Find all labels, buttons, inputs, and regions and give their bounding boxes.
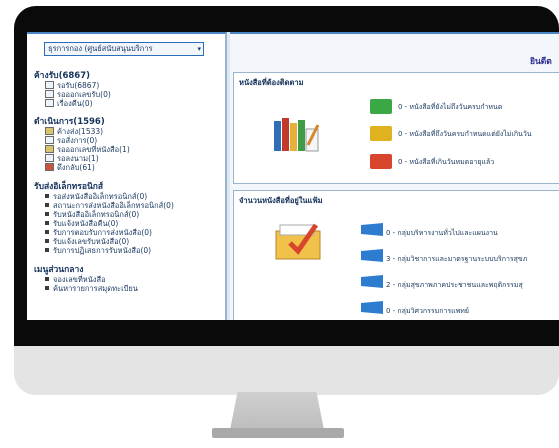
menu-item-to-receive[interactable]: รอรับ(6867)	[45, 81, 99, 90]
folder-row-public-health[interactable]: 2 - กลุ่มสุขภาพภาคประชาชนและพฤติกรรมสุ	[386, 280, 523, 291]
folder-count-title: จำนวนหนังสือที่อยู่ในแฟ้ม	[239, 196, 323, 205]
bullet-icon	[45, 286, 49, 290]
menu-item-e-receive[interactable]: รับหนังสืออิเล็กทรอนิกส์(0)	[45, 210, 139, 219]
section-pending-receive[interactable]: ค้างรับ(6867)	[34, 68, 90, 82]
folder-icon	[361, 249, 383, 262]
document-icon	[45, 136, 54, 144]
department-select-value: ธุรการกอง (ศูนย์สนับสนุนบริการ	[48, 44, 153, 53]
menu-item-reserve-number[interactable]: จองเลขที่หนังสือ	[45, 275, 106, 284]
section-central-menu[interactable]: เมนูส่วนกลาง	[34, 262, 83, 276]
menu-item-e-returned[interactable]: รับแจ้งหนังสือคืน(0)	[45, 219, 118, 228]
document-icon	[45, 99, 54, 107]
menu-item-search-register[interactable]: ค้นหารายการสมุดทะเบียน	[45, 284, 138, 293]
bullet-icon	[45, 212, 49, 216]
menu-item-e-rejected[interactable]: รับการปฏิเสธการรับหนังสือ(0)	[45, 246, 151, 255]
menu-item-e-ack[interactable]: รับการตอบรับการส่งหนังสือ(0)	[45, 228, 152, 237]
menu-item-await-doc-number[interactable]: รอออกเลขที่หนังสือ(1)	[45, 145, 130, 154]
followup-panel: หนังสือที่ต้องติดตาม 0 - หนังสือที่ยังไม…	[233, 72, 559, 184]
welcome-text: ยินดีต	[530, 57, 552, 67]
monitor-stand-base	[212, 428, 344, 438]
monitor-stand	[230, 392, 324, 430]
section-electronic[interactable]: รับส่งอิเล็กทรอนิกส์	[34, 179, 103, 193]
screen: ธุรการกอง (ศูนย์สนับสนุนบริการ ▾ ค้างรับ…	[27, 32, 559, 320]
bullet-icon	[45, 203, 49, 207]
folder-row-general-admin[interactable]: 0 - กลุ่มบริหารงานทั่วไปและแผนงาน	[386, 228, 498, 239]
folder-row-medical-engineering[interactable]: 0 - กลุ่มวิศวกรรมการแพทย์	[386, 306, 469, 317]
folder-row-standards[interactable]: 3 - กลุ่มวิชาการและมาตรฐานระบบบริการสุขภ	[386, 254, 527, 265]
menu-item-pulled-back[interactable]: ดึงกลับ(61)	[45, 163, 95, 172]
document-icon	[45, 81, 54, 89]
menu-item-await-order[interactable]: รอสั่งการ(0)	[45, 136, 97, 145]
followup-row-due[interactable]: 0 - หนังสือที่ถึงวันครบกำหนดแต่ยังไม่เกิ…	[398, 129, 532, 140]
folder-icon	[361, 301, 383, 314]
bullet-icon	[45, 277, 49, 281]
folder-count-panel: จำนวนหนังสือที่อยู่ในแฟ้ม 0 - กลุ่มบริหา…	[233, 190, 559, 320]
followup-row-expired[interactable]: 0 - หนังสือที่เกินวันหมดอายุแล้ว	[398, 157, 494, 168]
book-green-icon	[370, 99, 392, 114]
department-select[interactable]: ธุรการกอง (ศูนย์สนับสนุนบริการ ▾	[44, 42, 204, 56]
bullet-icon	[45, 239, 49, 243]
section-in-progress[interactable]: ดำเนินการ(1596)	[34, 114, 105, 128]
book-red-icon	[370, 154, 392, 169]
left-menu: ธุรการกอง (ศูนย์สนับสนุนบริการ ▾ ค้างรับ…	[27, 32, 227, 320]
menu-item-e-status[interactable]: สถานะการส่งหนังสืออิเล็กทรอนิกส์(0)	[45, 201, 174, 210]
folder-check-icon	[275, 223, 321, 260]
pencil-icon	[45, 127, 54, 135]
pull-back-icon	[45, 163, 54, 171]
bullet-icon	[45, 248, 49, 252]
main-content: ยินดีต หนังสือที่ต้องติดตาม 0 - หนังสือท…	[230, 32, 559, 320]
menu-item-pending-send[interactable]: ค้างส่ง(1533)	[45, 127, 103, 136]
bullet-icon	[45, 221, 49, 225]
bullet-icon	[45, 230, 49, 234]
book-yellow-icon	[370, 126, 392, 141]
document-icon	[45, 90, 54, 98]
bullet-icon	[45, 194, 49, 198]
folder-icon	[361, 223, 383, 236]
chevron-down-icon: ▾	[197, 45, 201, 53]
pencil-icon	[45, 145, 54, 153]
books-icon	[274, 118, 320, 152]
folder-icon	[361, 275, 383, 288]
menu-item-e-number[interactable]: รับแจ้งเลขรับหนังสือ(0)	[45, 237, 129, 246]
menu-item-await-sign[interactable]: รอลงนาม(1)	[45, 154, 99, 163]
followup-title: หนังสือที่ต้องติดตาม	[239, 78, 304, 87]
menu-item-returned[interactable]: เรื่องคืน(0)	[45, 99, 93, 108]
menu-item-await-receive-number[interactable]: รอออกเลขรับ(0)	[45, 90, 111, 99]
monitor-chin	[14, 346, 559, 395]
document-icon	[45, 154, 54, 162]
menu-item-e-send[interactable]: รอส่งหนังสืออิเล็กทรอนิกส์(0)	[45, 192, 147, 201]
followup-row-not-due[interactable]: 0 - หนังสือที่ยังไม่ถึงวันครบกำหนด	[398, 102, 502, 113]
